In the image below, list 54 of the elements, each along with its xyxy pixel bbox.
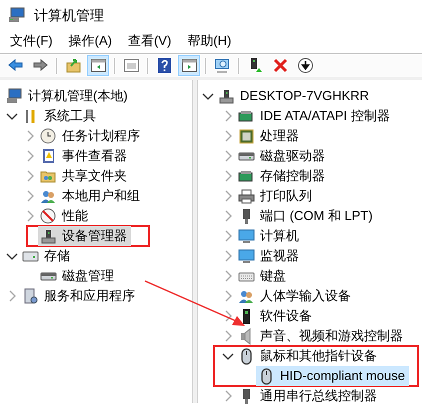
tree-item[interactable]: 磁盘管理 <box>38 266 118 286</box>
tree-item[interactable]: 通用串行总线控制器 <box>236 386 381 404</box>
services-icon <box>22 288 39 304</box>
menu-item[interactable]: 查看(V) <box>126 31 174 51</box>
tree-item[interactable]: 性能 <box>38 206 92 226</box>
tree-item[interactable]: 处理器 <box>236 126 303 146</box>
delete-icon <box>272 57 288 74</box>
menu-item[interactable]: 操作(A) <box>66 31 114 51</box>
tree-item[interactable]: 端口 (COM 和 LPT) <box>236 206 377 226</box>
back-arrow-icon <box>6 57 24 74</box>
tree-item[interactable]: 鼠标和其他指针设备 <box>236 346 381 366</box>
tree-item[interactable]: 人体学输入设备 <box>236 286 355 306</box>
download-icon <box>296 57 314 74</box>
computer-management-icon <box>8 7 26 23</box>
tree-item[interactable]: 存储 <box>20 246 74 266</box>
window-pane-icon <box>180 57 198 74</box>
monitor-search-icon <box>214 57 230 74</box>
tree-item[interactable]: 打印队列 <box>236 186 316 206</box>
window-title: 计算机管理 <box>34 6 104 24</box>
tree-item[interactable]: 声音、视频和游戏控制器 <box>236 326 407 346</box>
menu-item[interactable]: 文件(F) <box>8 31 55 51</box>
menu-item[interactable]: 帮助(H) <box>185 31 234 51</box>
clock-icon <box>40 128 57 144</box>
tree-item[interactable]: HID-compliant mouse <box>256 366 409 386</box>
log-book-icon <box>40 148 57 164</box>
printer-icon <box>238 188 255 204</box>
monitor-icon <box>238 248 255 264</box>
tree-item[interactable]: 软件设备 <box>236 306 316 326</box>
gauge-icon <box>40 208 57 224</box>
tree-item[interactable]: 存储控制器 <box>236 166 329 186</box>
tree-item[interactable]: 本地用户和组 <box>38 186 144 206</box>
tree-item[interactable]: 磁盘驱动器 <box>236 146 329 166</box>
tree-item[interactable]: 系统工具 <box>20 106 100 126</box>
tree-item[interactable]: 键盘 <box>236 266 290 286</box>
tree-item[interactable]: DESKTOP-7VGHKRR <box>216 86 374 106</box>
processor-chip-icon <box>238 128 255 144</box>
tree-item[interactable]: 设备管理器 <box>38 226 131 246</box>
tree-item[interactable]: 事件查看器 <box>38 146 131 166</box>
device-icon <box>218 88 235 104</box>
tree-item[interactable]: 监视器 <box>236 246 303 266</box>
tree-item[interactable]: 计算机 <box>236 226 303 246</box>
computer-icon <box>6 88 23 104</box>
tree-item[interactable]: 任务计划程序 <box>38 126 144 146</box>
window-pane-icon <box>90 57 106 74</box>
forward-arrow-icon <box>32 57 48 74</box>
device-icon <box>40 228 57 244</box>
folder-up-icon <box>64 57 82 74</box>
help-icon <box>156 57 172 74</box>
tree-item[interactable]: IDE ATA/ATAPI 控制器 <box>236 106 394 126</box>
tree-item[interactable]: 计算机管理(本地) <box>4 86 132 106</box>
tree-item[interactable]: 服务和应用程序 <box>20 286 139 306</box>
monitor-icon <box>238 228 255 244</box>
tree-item[interactable]: 共享文件夹 <box>38 166 131 186</box>
properties-window-icon <box>122 57 140 74</box>
